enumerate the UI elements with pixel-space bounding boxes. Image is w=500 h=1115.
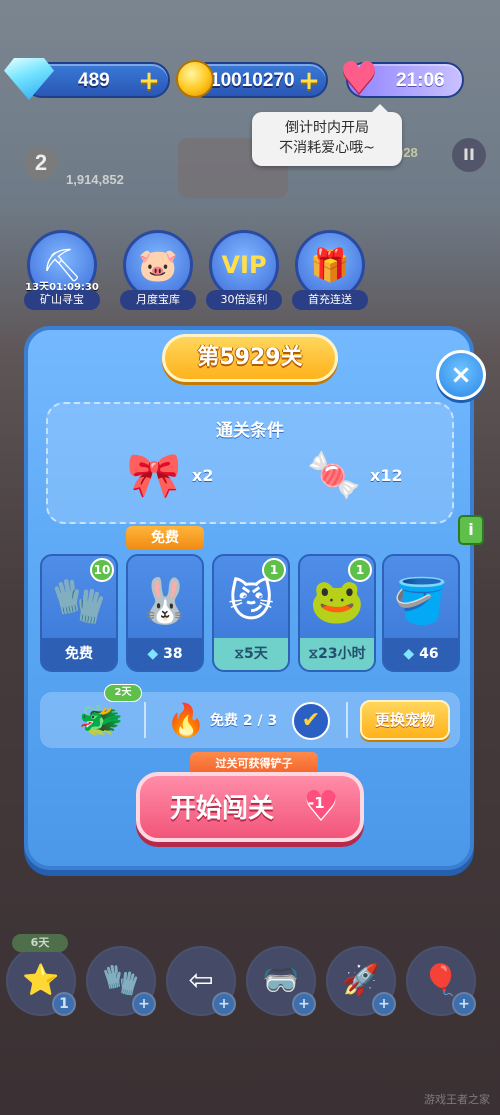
pet-dragon-icon[interactable]: 🐲 [76, 698, 126, 744]
booster-cat-goggles[interactable]: 1 😼 ⧖5天 [212, 554, 290, 672]
player-level: 2 [24, 146, 58, 180]
shortcut-vip-rebate[interactable]: VIP 30倍返利 [204, 230, 284, 320]
booster-frog[interactable]: 1 🐸 ⧖23小时 [298, 554, 376, 672]
item-slot-rocket[interactable]: 🚀 + [326, 946, 396, 1016]
shortcut-label: 首充连送 [292, 290, 368, 310]
add-item-button[interactable]: + [292, 992, 316, 1016]
add-item-button[interactable]: + [372, 992, 396, 1016]
heart-tooltip: 倒计时内开局 不消耗爱心哦~ [252, 104, 402, 166]
booster-footer: ◆ 38 [128, 638, 202, 670]
booster-price: 38 [163, 646, 183, 662]
hourglass-icon: ⧖ [234, 646, 245, 662]
booster-footer: ◆ 46 [384, 638, 458, 670]
player-rank-panel: 2 1,914,852 [14, 136, 154, 192]
shortcut-label: 矿山寻宝 [24, 290, 100, 310]
gem-count: 489 [78, 70, 110, 91]
shortcut-mine-treasure[interactable]: ⛏ 13天01:09:30 矿山寻宝 [22, 230, 102, 320]
divider [346, 702, 348, 738]
pet-enable-checkbox[interactable]: ✔ [292, 702, 330, 740]
balloon-icon: 🎈 [422, 963, 460, 998]
star-icon: ⭐ [22, 963, 60, 998]
tooltip-line-2: 不消耗爱心哦~ [279, 140, 375, 156]
booster-list: 10 🧤 免费 🐰 ◆ 38 1 😼 ⧖5天 1 🐸 ⧖23小时 🪣 ◆ 46 [40, 554, 460, 672]
arrow-icon: ⇦ [188, 963, 214, 998]
divider [144, 702, 146, 738]
shortcut-label: 月度宝库 [120, 290, 196, 310]
booster-price: 46 [419, 646, 439, 662]
heart-icon: ♥ [339, 53, 379, 104]
coin-icon [176, 60, 214, 98]
wrapped-candy-icon: 🍬 [306, 450, 362, 501]
add-item-button[interactable]: + [132, 992, 156, 1016]
watermark: 游戏王者之家 [424, 1093, 490, 1106]
booster-footer: ⧖5天 [214, 638, 288, 670]
free-tag: 免费 [126, 526, 204, 550]
add-coins-button[interactable]: + [296, 68, 322, 94]
goal-item: 🍬 x12 [304, 446, 424, 506]
item-count-badge: 1 [52, 992, 76, 1016]
start-level-button[interactable]: 开始闯关 ♥ -1 [136, 772, 364, 842]
booster-footer: 免费 [42, 638, 116, 670]
goal-count: x12 [370, 466, 403, 485]
item-slot-star[interactable]: ⭐ 1 [6, 946, 76, 1016]
goggles-icon: 🥽 [262, 963, 300, 998]
pause-button[interactable]: II [452, 138, 486, 172]
paint-bucket-icon: 🪣 [393, 576, 449, 627]
bunny-icon: 🐰 [137, 576, 193, 627]
shortcut-monthly-vault[interactable]: 🐷 月度宝库 [118, 230, 198, 320]
info-flag-icon[interactable]: i [458, 515, 484, 545]
booster-bunny[interactable]: 🐰 ◆ 38 [126, 554, 204, 672]
pet-free-uses: 免费 2 / 3 [210, 713, 278, 729]
pet-days-badge: 2天 [104, 684, 142, 702]
frog-icon: 🐸 [309, 576, 365, 627]
hourglass-icon: ⧖ [308, 646, 319, 662]
item-slot-balloon[interactable]: 🎈 + [406, 946, 476, 1016]
level-conditions-panel: 通关条件 🎀 x2 🍬 x12 [46, 402, 454, 524]
gem-icon: ◆ [147, 646, 159, 662]
item-slot-arrow[interactable]: ⇦ + [166, 946, 236, 1016]
glove-x3-icon: 🧤 [51, 576, 107, 627]
heart-timer: 21:06 [396, 70, 445, 91]
booster-duration: 5天 [244, 646, 268, 662]
booster-paint-bucket[interactable]: 🪣 ◆ 46 [382, 554, 460, 672]
cat-goggles-icon: 😼 [228, 576, 274, 627]
item-slot-glove[interactable]: 🧤 + [86, 946, 156, 1016]
booster-glove[interactable]: 10 🧤 免费 [40, 554, 118, 672]
tooltip-line-1: 倒计时内开局 [285, 120, 369, 136]
resource-bar: 489 + 10010270 + 21:06 [0, 0, 500, 110]
bow-candy-icon: 🎀 [126, 450, 182, 501]
add-gems-button[interactable]: + [136, 68, 162, 94]
add-item-button[interactable]: + [212, 992, 236, 1016]
item-slot-goggles[interactable]: 🥽 + [246, 946, 316, 1016]
booster-footer: ⧖23小时 [300, 638, 374, 670]
level-title: 第5929关 [162, 334, 338, 382]
goal-count: x2 [192, 466, 214, 485]
rocket-icon: 🚀 [342, 963, 380, 998]
conditions-title: 通关条件 [216, 421, 284, 441]
shortcut-label: 30倍返利 [206, 290, 282, 310]
add-item-button[interactable]: + [452, 992, 476, 1016]
shortcut-first-recharge[interactable]: 🎁 首充连送 [290, 230, 370, 320]
pet-panel: 🐲 2天 🔥 免费 2 / 3 ✔ 更换宠物 [40, 684, 460, 748]
item-days-badge: 6天 [12, 934, 68, 952]
goal-item: 🎀 x2 [124, 446, 234, 506]
swap-pet-button[interactable]: 更换宠物 [360, 700, 450, 740]
booster-duration: 23小时 [318, 646, 366, 662]
close-button[interactable]: × [436, 350, 486, 400]
player-score: 1,914,852 [66, 172, 124, 187]
flame-icon: 🔥 [166, 701, 206, 739]
glove-icon: 🧤 [102, 963, 140, 998]
start-label: 开始闯关 [170, 794, 275, 824]
gem-icon: ◆ [403, 646, 415, 662]
coin-count: 10010270 [210, 70, 295, 91]
heart-cost: -1 [308, 794, 325, 812]
